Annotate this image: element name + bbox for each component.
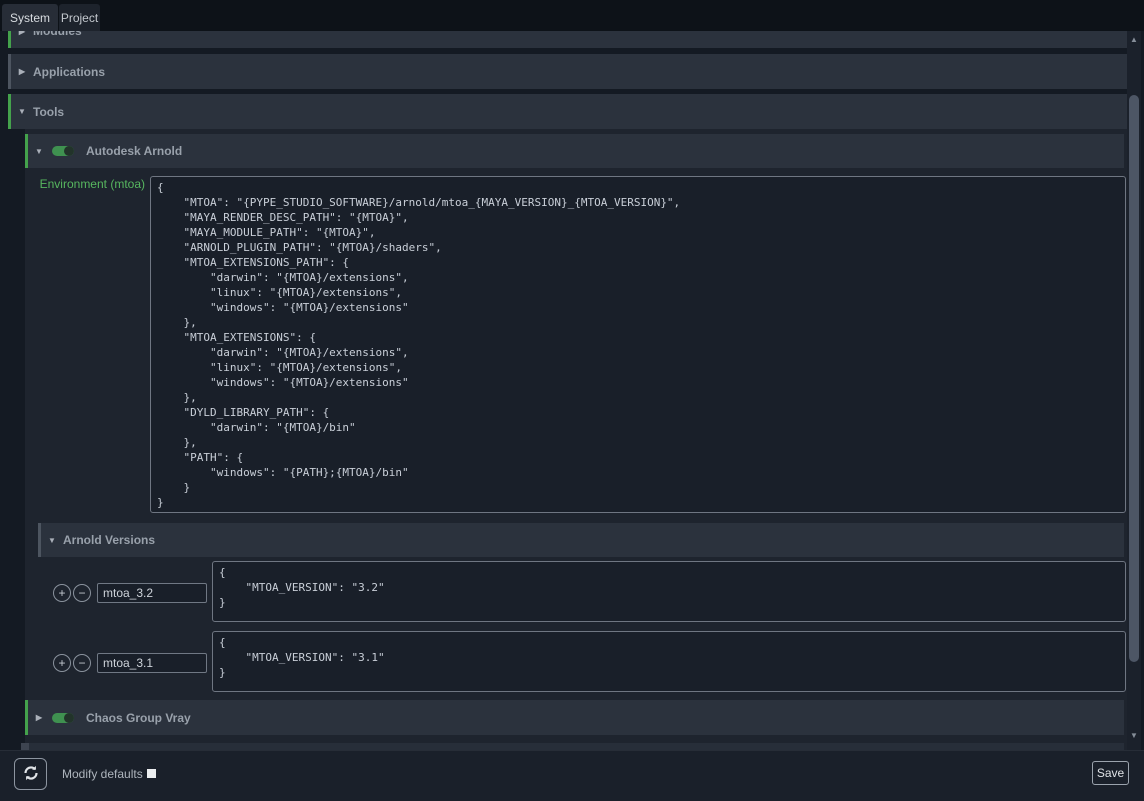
version-key-input[interactable] [97,583,207,603]
remove-version-button[interactable]: − [73,654,91,672]
section-header-applications[interactable]: ▶ Applications [8,54,1127,89]
vertical-scrollbar[interactable]: ▲ ▼ [1127,31,1141,750]
scrollbar-up-arrow-icon[interactable]: ▲ [1127,33,1141,47]
tab-project[interactable]: Project [59,4,100,31]
section-title-tools: Tools [33,105,64,119]
version-json-editor[interactable]: { "MTOA_VERSION": "3.2" } [212,561,1126,622]
remove-version-button[interactable]: − [73,584,91,602]
chevron-down-icon: ▼ [11,107,33,116]
next-section-header-partial[interactable] [25,743,1124,750]
refresh-button[interactable] [14,758,47,790]
chevron-right-icon: ▶ [11,31,33,36]
section-title-applications: Applications [33,65,105,79]
scrollbar-thumb[interactable] [1129,95,1139,662]
section-title-chaos-group-vray: Chaos Group Vray [86,711,191,725]
add-version-button[interactable]: + [53,654,71,672]
version-json-editor[interactable]: { "MTOA_VERSION": "3.1" } [212,631,1126,692]
section-header-modules[interactable]: ▶ Modules [8,31,1127,48]
save-button[interactable]: Save [1092,761,1129,785]
section-header-tools[interactable]: ▼ Tools [8,94,1127,129]
settings-window: System Project ▶ Modules ▶ Applications … [0,0,1144,801]
version-key-input[interactable] [97,653,207,673]
add-version-button[interactable]: + [53,584,71,602]
section-header-chaos-group-vray[interactable]: ▶ Chaos Group Vray [25,700,1124,735]
section-title-arnold-versions: Arnold Versions [63,533,155,547]
chevron-right-icon: ▶ [28,713,50,722]
chevron-down-icon: ▼ [28,147,50,156]
vray-enabled-toggle[interactable] [52,713,74,723]
environment-mtoa-label: Environment (mtoa) [25,176,145,192]
chevron-down-icon: ▼ [41,536,63,545]
next-section-marker [21,743,29,750]
modify-defaults-label: Modify defaults [62,767,143,781]
modify-defaults-checkbox[interactable] [147,769,156,778]
refresh-icon [22,764,40,785]
tab-system-label: System [10,11,50,25]
scrollbar-down-arrow-icon[interactable]: ▼ [1127,729,1141,743]
section-header-arnold-versions[interactable]: ▼ Arnold Versions [38,523,1124,557]
section-title-modules: Modules [33,31,82,38]
section-title-autodesk-arnold: Autodesk Arnold [86,144,182,158]
footer-bar: Modify defaults Save [0,750,1144,801]
section-header-autodesk-arnold[interactable]: ▼ Autodesk Arnold [25,134,1124,168]
tab-bar: System Project [0,0,1144,31]
environment-mtoa-json-editor[interactable]: { "MTOA": "{PYPE_STUDIO_SOFTWARE}/arnold… [150,176,1126,513]
tools-panel: ▼ Autodesk Arnold Environment (mtoa) { "… [25,129,1127,750]
chevron-right-icon: ▶ [11,67,33,76]
settings-scroll-area: ▶ Modules ▶ Applications ▼ Tools ▼ Autod… [0,31,1144,750]
tab-system[interactable]: System [2,4,58,31]
tab-project-label: Project [61,11,98,25]
arnold-enabled-toggle[interactable] [52,146,74,156]
